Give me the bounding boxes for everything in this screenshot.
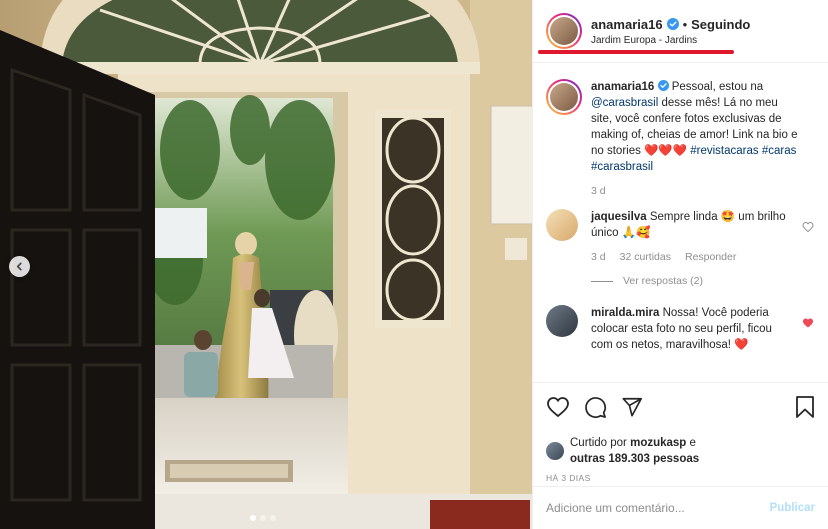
hashtag-link[interactable]: #caras: [762, 145, 797, 157]
hashtag-link[interactable]: #carasbrasil: [591, 161, 653, 173]
commenter-username[interactable]: jaquesilva: [591, 211, 647, 223]
bookmark-icon[interactable]: [795, 395, 815, 419]
comments-list[interactable]: anamaria16 Pessoal, estou na @carasbrasi…: [533, 63, 828, 381]
likes-summary: Curtido por mozukasp e outras 189.303 pe…: [546, 435, 815, 467]
carousel-prev-button[interactable]: [9, 256, 30, 277]
view-replies-button[interactable]: Ver respostas (2): [591, 275, 814, 287]
heart-icon[interactable]: [546, 395, 570, 419]
caption-text-before: Pessoal, estou na: [671, 81, 764, 93]
comment-item: miralda.mira Nossa! Você poderia colocar…: [546, 305, 814, 353]
commenter-username[interactable]: miralda.mira: [591, 307, 659, 319]
follow-status-button[interactable]: Seguindo: [691, 17, 750, 32]
caption-avatar[interactable]: [546, 79, 582, 115]
comment-like-icon[interactable]: [802, 221, 814, 233]
comment-item: jaquesilva Sempre linda 🤩 um brilho únic…: [546, 209, 814, 265]
post-header: anamaria16 • Seguindo Jardim Europa - Ja…: [533, 0, 828, 63]
send-icon[interactable]: [621, 396, 643, 418]
carousel-dot: [250, 515, 256, 521]
hashtag-link[interactable]: #revistacaras: [690, 145, 758, 157]
author-avatar[interactable]: [546, 13, 582, 49]
caption-username[interactable]: anamaria16: [591, 81, 654, 93]
comment-likes-count[interactable]: 32 curtidas: [620, 249, 671, 265]
likes-count-link[interactable]: outras 189.303 pessoas: [570, 453, 699, 465]
carousel-dot: [270, 515, 276, 521]
reply-button[interactable]: Responder: [685, 249, 736, 265]
comment-time: 3 d: [591, 251, 606, 263]
carousel-dot: [260, 515, 266, 521]
likes-middle: e: [686, 437, 696, 449]
post-date: HÁ 3 DIAS: [546, 473, 591, 483]
post-photo[interactable]: [0, 0, 532, 529]
caption-mention-link[interactable]: @carasbrasil: [591, 97, 658, 109]
comment-liked-heart-icon[interactable]: [802, 317, 814, 329]
author-username[interactable]: anamaria16: [591, 17, 663, 32]
comment-input[interactable]: [546, 501, 770, 515]
caption-emojis: ❤️❤️❤️: [644, 145, 688, 157]
photo-illustration: [0, 0, 532, 529]
post-actions: Curtido por mozukasp e outras 189.303 pe…: [533, 382, 828, 483]
post-side-panel: anamaria16 • Seguindo Jardim Europa - Ja…: [532, 0, 828, 529]
view-replies-label: Ver respostas (2): [623, 275, 703, 287]
chevron-left-icon: [16, 262, 22, 271]
carousel-indicator: [250, 515, 276, 521]
annotation-underline: [538, 50, 734, 54]
commenter-avatar[interactable]: [546, 305, 578, 337]
caption: anamaria16 Pessoal, estou na @carasbrasi…: [546, 79, 814, 199]
location-link[interactable]: Jardim Europa - Jardins: [591, 35, 750, 46]
likes-prefix: Curtido por: [570, 437, 631, 449]
verified-badge-icon: [666, 18, 679, 30]
liker-avatar[interactable]: [546, 442, 564, 460]
instagram-post: anamaria16 • Seguindo Jardim Europa - Ja…: [0, 0, 828, 529]
liker-username[interactable]: mozukasp: [630, 437, 686, 449]
commenter-avatar[interactable]: [546, 209, 578, 241]
caption-time: 3 d: [591, 185, 606, 197]
post-comment-button[interactable]: Publicar: [770, 502, 815, 514]
add-comment-bar: Publicar: [533, 486, 828, 529]
header-separator: •: [682, 16, 688, 32]
comment-icon[interactable]: [584, 396, 607, 419]
verified-badge-icon: [657, 80, 669, 91]
